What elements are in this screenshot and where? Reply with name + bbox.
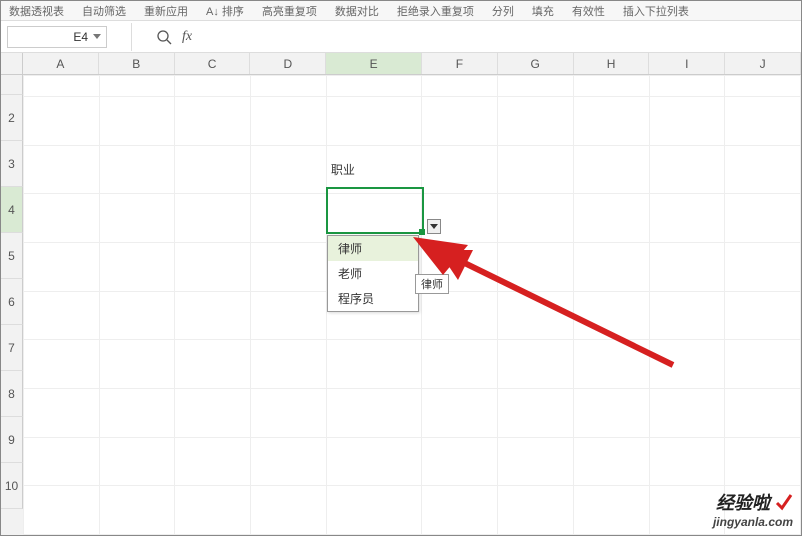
- ribbon-item[interactable]: 拒绝录入重复项: [397, 3, 474, 19]
- column-header-b[interactable]: B: [99, 53, 175, 74]
- row-header-2[interactable]: 2: [1, 95, 23, 141]
- column-header-g[interactable]: G: [498, 53, 574, 74]
- row-header-7[interactable]: 7: [1, 325, 23, 371]
- row-header-4[interactable]: 4: [1, 187, 23, 233]
- ribbon-item[interactable]: 数据透视表: [9, 3, 64, 19]
- tooltip-text: 律师: [421, 279, 443, 291]
- validation-dropdown[interactable]: 律师 老师 程序员: [327, 235, 419, 312]
- ribbon-item[interactable]: 填充: [532, 3, 554, 19]
- checkmark-icon: [775, 493, 793, 511]
- watermark: 经验啦 jingyanla.com: [713, 489, 793, 529]
- separator: [131, 23, 132, 51]
- column-header-d[interactable]: D: [250, 53, 326, 74]
- row-header-10[interactable]: 10: [1, 463, 23, 509]
- ribbon-item[interactable]: 高亮重复项: [262, 3, 317, 19]
- tooltip: 律师: [415, 274, 449, 294]
- column-header-h[interactable]: H: [574, 53, 650, 74]
- ribbon-item[interactable]: 重新应用: [144, 3, 188, 19]
- formula-bar-icons: fx: [156, 29, 192, 45]
- ribbon-item[interactable]: 数据对比: [335, 3, 379, 19]
- ribbon-item[interactable]: 插入下拉列表: [623, 3, 689, 19]
- formula-input[interactable]: [198, 26, 801, 48]
- dropdown-option[interactable]: 老师: [328, 261, 418, 286]
- name-box-value: E4: [73, 30, 88, 44]
- column-header-f[interactable]: F: [422, 53, 498, 74]
- formula-bar-row: E4 fx: [1, 21, 801, 53]
- row-headers: 2 3 4 5 6 7 8 9 10: [1, 75, 23, 535]
- row-header-6[interactable]: 6: [1, 279, 23, 325]
- select-all-corner[interactable]: [1, 53, 23, 75]
- chevron-down-icon[interactable]: [92, 32, 102, 42]
- magnifier-icon[interactable]: [156, 29, 172, 45]
- row-header-8[interactable]: 8: [1, 371, 23, 417]
- app-window: 数据透视表 自动筛选 重新应用 A↓ 排序 高亮重复项 数据对比 拒绝录入重复项…: [0, 0, 802, 536]
- column-headers: A B C D E F G H I J: [23, 53, 801, 75]
- ribbon-item[interactable]: 自动筛选: [82, 3, 126, 19]
- column-header-a[interactable]: A: [23, 53, 99, 74]
- row-header-3[interactable]: 3: [1, 141, 23, 187]
- row-header[interactable]: [1, 75, 23, 95]
- ribbon-item[interactable]: A↓ 排序: [206, 3, 244, 19]
- column-header-e[interactable]: E: [326, 53, 422, 74]
- watermark-en: jingyanla.com: [713, 515, 793, 529]
- cell-e3[interactable]: 职业: [326, 145, 422, 194]
- column-header-i[interactable]: I: [649, 53, 725, 74]
- fx-icon[interactable]: fx: [182, 29, 192, 45]
- name-box[interactable]: E4: [7, 26, 107, 48]
- row-header-9[interactable]: 9: [1, 417, 23, 463]
- grid-area[interactable]: 职业 律师 老师 程序员 律师: [23, 75, 801, 535]
- row-header-5[interactable]: 5: [1, 233, 23, 279]
- dropdown-option[interactable]: 律师: [328, 236, 418, 261]
- column-header-c[interactable]: C: [175, 53, 251, 74]
- cell-dropdown-button[interactable]: [427, 219, 441, 234]
- ribbon-item[interactable]: 分列: [492, 3, 514, 19]
- ribbon-bar: 数据透视表 自动筛选 重新应用 A↓ 排序 高亮重复项 数据对比 拒绝录入重复项…: [1, 1, 801, 21]
- watermark-cn: 经验啦: [716, 493, 770, 513]
- column-header-j[interactable]: J: [725, 53, 801, 74]
- dropdown-option[interactable]: 程序员: [328, 286, 418, 311]
- ribbon-item[interactable]: 有效性: [572, 3, 605, 19]
